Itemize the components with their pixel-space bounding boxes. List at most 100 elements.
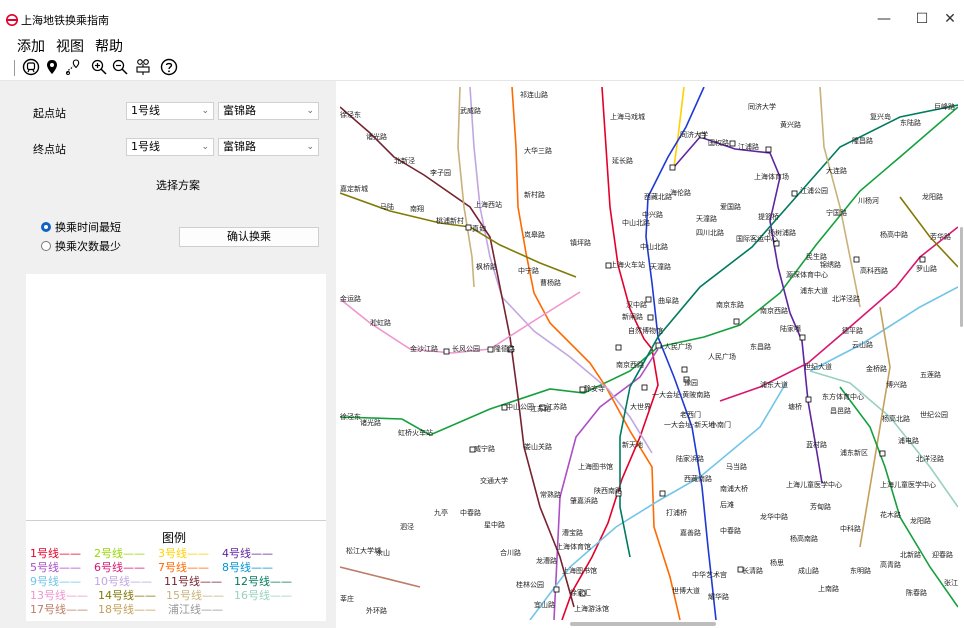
station-marker: [765, 146, 772, 153]
station-label: 东昌路: [750, 342, 771, 351]
station-label: 中宁路: [518, 266, 539, 275]
station-label: 陆家浜路: [676, 454, 704, 463]
station-label: 杨树浦路: [768, 228, 796, 237]
station-label: 徐家汇: [570, 588, 591, 597]
station-label: 源深体育中心: [786, 270, 828, 279]
title-bar: 上海地铁换乘指南 — ☐ ✕: [0, 0, 964, 36]
station-marker: [641, 384, 648, 391]
station-label: 新闸路: [622, 312, 643, 321]
help-icon[interactable]: [160, 58, 178, 76]
station-label: 大连路: [826, 166, 847, 175]
metro-icon[interactable]: [22, 58, 40, 76]
station-marker: [659, 490, 666, 497]
station-label: 黄兴路: [780, 120, 801, 129]
station-label: 徐泾东: [340, 110, 361, 119]
station-label: 人民广场: [708, 352, 736, 361]
station-label: 漕宝路: [562, 528, 583, 537]
station-label: 新村路: [524, 190, 545, 199]
start-station-label: 起点站: [33, 107, 66, 120]
confirm-transfer-button[interactable]: 确认换乘: [179, 227, 319, 247]
station-label: 金沙江路: [410, 344, 438, 353]
menu-help[interactable]: 帮助: [95, 36, 123, 56]
station-label: 诸光路: [366, 132, 387, 141]
station-label: 龙华中路: [760, 512, 788, 521]
station-label: 泗泾: [400, 523, 414, 531]
station-label: 芳华路: [930, 232, 951, 241]
station-label: 上海体育馆: [556, 542, 591, 551]
station-label: 淞虹路: [370, 318, 391, 327]
station-label: 后滩: [720, 500, 734, 509]
station-label: 陆家嘴: [780, 324, 801, 333]
route-icon[interactable]: [64, 58, 82, 76]
radio-fewest-transfers[interactable]: [41, 241, 51, 251]
station-label: 隆昌路: [852, 136, 873, 145]
close-button[interactable]: ✕: [936, 6, 964, 32]
station-label: 大华三路: [524, 146, 552, 155]
line-3-path: [673, 87, 685, 168]
station-label: 新天地: [622, 440, 643, 449]
chevron-down-icon: ⌄: [201, 142, 209, 152]
station-label: 莘庄: [340, 594, 354, 603]
station-label: 江浦路: [738, 142, 759, 151]
station-label: 杨思: [770, 558, 784, 567]
station-marker: [919, 256, 926, 263]
map-vertical-scrollbar[interactable]: [958, 87, 964, 620]
vertical-scroll-thumb[interactable]: [960, 227, 963, 327]
station-label: 豫园: [684, 378, 698, 387]
station-label: 静安寺: [584, 384, 605, 393]
station-label: 上海儿童医学中心: [880, 480, 936, 489]
station-label: 川杨河: [858, 196, 879, 205]
station-marker: [443, 348, 450, 355]
horizontal-scroll-thumb[interactable]: [570, 622, 716, 626]
station-label: 马当路: [726, 462, 747, 471]
station-label: 长风公园: [452, 344, 480, 353]
transfer-icon[interactable]: [134, 58, 152, 76]
station-label: 浦东大道: [800, 286, 828, 295]
start-line-select[interactable]: 1号线 ⌄: [126, 102, 214, 120]
station-label: 中春路: [460, 508, 481, 517]
radio-shortest-time[interactable]: [41, 222, 51, 232]
station-label: 迎春路: [932, 550, 953, 559]
station-marker: [655, 342, 662, 349]
station-label: 陕西南路: [594, 486, 622, 495]
station-label: 桃浦新村: [436, 216, 464, 225]
legend-item: 浦江线——: [168, 603, 223, 616]
minimize-button[interactable]: —: [864, 6, 904, 32]
option-shortest-time-label[interactable]: 换乘时间最短: [55, 219, 121, 235]
station-marker: [791, 190, 798, 197]
station-label: 南京西路: [760, 306, 788, 315]
station-label: 上海西站: [474, 200, 502, 209]
station-label: 小南门: [710, 420, 731, 429]
station-label: 嘉善路: [680, 528, 701, 537]
end-station-select[interactable]: 富锦路 ⌄: [218, 138, 319, 156]
station-label: 上海体育场: [754, 172, 789, 181]
toolbar-separator: [14, 60, 15, 76]
map-horizontal-scrollbar[interactable]: [340, 620, 958, 628]
station-label: 杨高中路: [880, 230, 908, 239]
legend-title: 图例: [162, 531, 187, 545]
metro-map[interactable]: 徐泾东 诸光路 北新泾 李子园 武威路 祁连山路 大华三路 新村路 岚皋路 上海…: [340, 87, 958, 620]
station-label: 北洋泾路: [832, 294, 860, 303]
end-line-select[interactable]: 1号线 ⌄: [126, 138, 214, 156]
station-label: 岚皋路: [524, 230, 545, 239]
option-fewest-transfers-label[interactable]: 换乘次数最少: [55, 238, 121, 254]
station-label: 龙阳路: [922, 192, 943, 201]
station-label: 张江: [944, 578, 958, 587]
metro-map-canvas[interactable]: 徐泾东 诸光路 北新泾 李子园 武威路 祁连山路 大华三路 新村路 岚皋路 上海…: [340, 87, 958, 620]
start-station-select[interactable]: 富锦路 ⌄: [218, 102, 319, 120]
zoom-out-icon[interactable]: [111, 58, 129, 76]
station-label: 自然博物馆: [628, 326, 663, 335]
station-label: 龙阳路: [910, 516, 931, 525]
station-label: 浦东大道: [760, 380, 788, 389]
menu-view[interactable]: 视图: [56, 36, 84, 56]
menu-add[interactable]: 添加: [17, 36, 45, 56]
station-label: 提篮桥: [758, 212, 779, 221]
station-label: 浦东新区: [840, 448, 868, 457]
station-label: 西藏北路: [644, 192, 672, 201]
end-line-value: 1号线: [131, 140, 160, 153]
location-pin-icon[interactable]: [43, 58, 61, 76]
station-label: 高科西路: [860, 266, 888, 275]
station-label: 东陆路: [900, 118, 921, 127]
station-label: 江浦公园: [800, 186, 828, 195]
zoom-in-icon[interactable]: [90, 58, 108, 76]
